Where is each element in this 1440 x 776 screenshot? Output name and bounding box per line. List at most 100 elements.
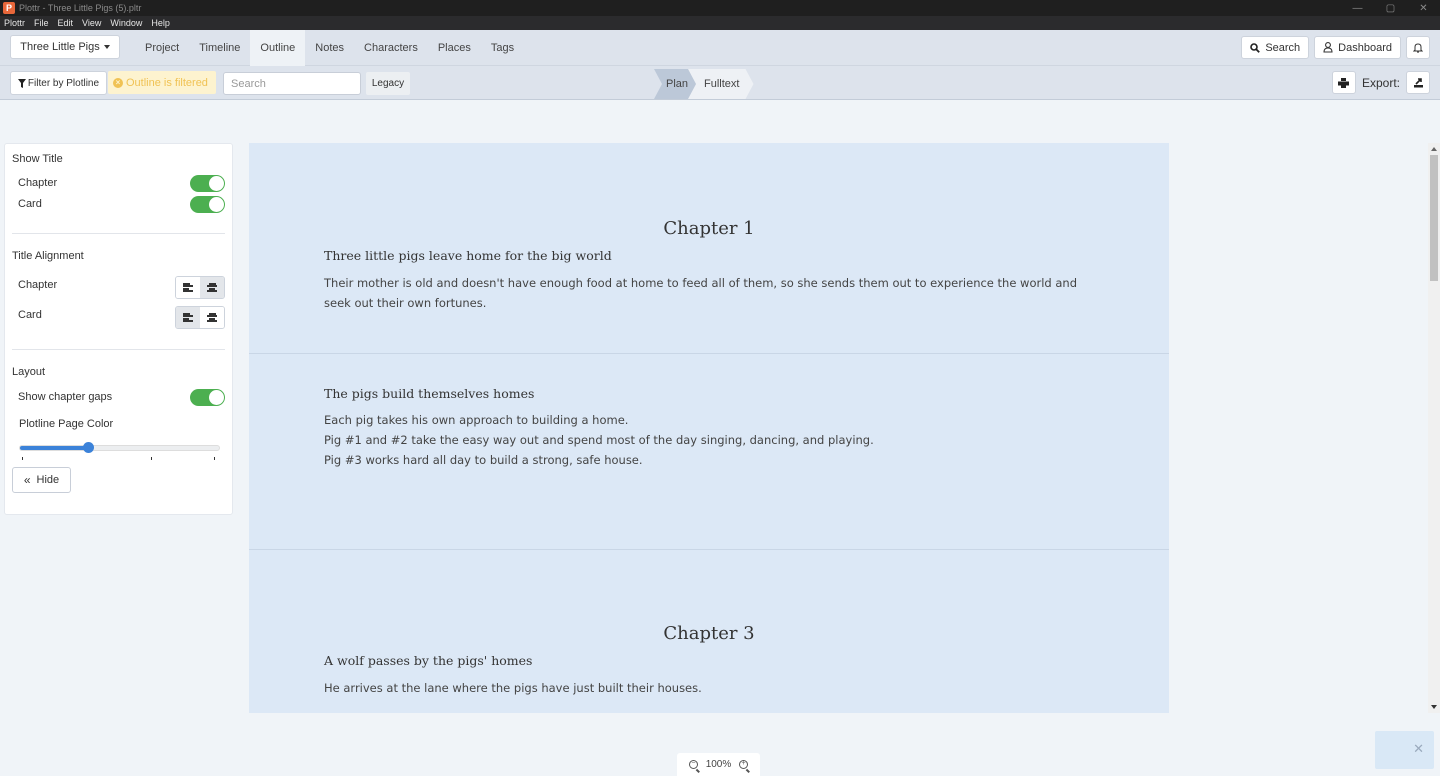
scrollbar-thumb[interactable]: [1430, 155, 1438, 281]
show-title-heading: Show Title: [12, 153, 63, 165]
tab-places[interactable]: Places: [428, 30, 481, 66]
zoom-in-icon[interactable]: +: [739, 760, 749, 769]
dashboard-button[interactable]: Dashboard: [1314, 36, 1401, 59]
tab-tags[interactable]: Tags: [481, 30, 524, 66]
chapter-section: The pigs build themselves homes Each pig…: [249, 354, 1169, 550]
chapter-align-center-button[interactable]: [200, 277, 224, 298]
slider-tick: [151, 457, 152, 460]
hide-button-label: Hide: [36, 474, 60, 486]
show-card-title-label: Card: [18, 198, 42, 210]
close-icon[interactable]: ✕: [1413, 741, 1424, 757]
breadcrumb-fulltext[interactable]: Fulltext: [688, 69, 753, 99]
clear-filter-icon[interactable]: ×: [113, 77, 123, 88]
filtered-badge-label: Outline is filtered: [126, 76, 208, 89]
slider-tick: [214, 457, 215, 460]
search-icon: [1250, 42, 1261, 53]
breadcrumb-plan[interactable]: Plan: [654, 69, 697, 99]
close-window-button[interactable]: ✕: [1407, 0, 1440, 16]
legacy-button[interactable]: Legacy: [366, 72, 410, 95]
plotline-page-color-label: Plotline Page Color: [19, 418, 114, 430]
menu-help[interactable]: Help: [151, 18, 170, 28]
zoom-level: 100%: [705, 759, 732, 770]
outline-settings-panel: Show Title Chapter Card Title Alignment …: [4, 143, 233, 515]
align-center-icon: [207, 313, 217, 322]
zoom-control: − 100% +: [677, 753, 760, 776]
align-center-icon: [207, 283, 217, 292]
chapter-section: Chapter 3 A wolf passes by the pigs' hom…: [249, 550, 1169, 713]
main-navbar: Three Little Pigs Project Timeline Outli…: [0, 30, 1440, 66]
window-title: Plottr - Three Little Pigs (5).pltr: [19, 3, 142, 13]
maximize-button[interactable]: ▢: [1374, 0, 1407, 16]
menu-bar: Plottr File Edit View Window Help: [0, 16, 1440, 30]
tab-outline[interactable]: Outline: [250, 30, 306, 66]
project-name: Three Little Pigs: [20, 41, 100, 53]
minimize-button[interactable]: —: [1341, 0, 1374, 16]
layout-heading: Layout: [12, 366, 46, 378]
hide-panel-button[interactable]: « Hide: [12, 467, 71, 493]
card-body: Each pig takes his own approach to build…: [249, 410, 1169, 470]
chapter-alignment-group: [175, 276, 225, 299]
notifications-button[interactable]: [1406, 36, 1430, 59]
zoom-out-icon[interactable]: −: [688, 760, 698, 769]
export-button[interactable]: [1406, 71, 1430, 94]
print-button[interactable]: [1331, 71, 1356, 94]
printer-icon: [1338, 77, 1350, 88]
menu-file[interactable]: File: [34, 18, 49, 28]
card-body-line: Pig #3 works hard all day to build a str…: [324, 453, 643, 467]
show-chapter-gaps-label: Show chapter gaps: [18, 391, 113, 403]
card-align-center-button[interactable]: [200, 307, 224, 328]
align-left-icon: [183, 283, 193, 292]
card-body-line: He arrives at the lane where the pigs ha…: [324, 681, 702, 695]
show-chapter-title-toggle[interactable]: [190, 175, 225, 192]
menu-window[interactable]: Window: [110, 18, 142, 28]
scroll-down-arrow-icon[interactable]: [1431, 705, 1437, 709]
divider: [12, 233, 225, 234]
search-button-label: Search: [1265, 41, 1301, 54]
card-body: He arrives at the lane where the pigs ha…: [249, 678, 1169, 698]
filter-button-label: Filter by Plotline: [27, 77, 100, 89]
slider-fill: [20, 446, 88, 450]
tab-project[interactable]: Project: [135, 30, 189, 66]
tab-timeline[interactable]: Timeline: [189, 30, 250, 66]
chapter-section: Chapter 1 Three little pigs leave home f…: [249, 143, 1169, 354]
caret-down-icon: [103, 45, 110, 49]
card-align-left-button[interactable]: [176, 307, 200, 328]
show-chapter-title-label: Chapter: [18, 177, 58, 189]
align-left-icon: [183, 313, 193, 322]
chapter-title: Chapter 1: [663, 218, 755, 239]
project-dropdown[interactable]: Three Little Pigs: [10, 35, 120, 59]
slider-thumb[interactable]: [82, 442, 94, 453]
card-body-line: Each pig takes his own approach to build…: [324, 413, 629, 427]
show-chapter-gaps-toggle[interactable]: [190, 389, 225, 406]
card-title: The pigs build themselves homes: [324, 386, 535, 401]
scroll-up-arrow-icon[interactable]: [1431, 147, 1437, 151]
vertical-scrollbar[interactable]: [1428, 143, 1440, 713]
view-breadcrumb: Plan Fulltext: [654, 69, 754, 99]
chapter-title: Chapter 3: [663, 623, 755, 644]
plottr-logo-icon: P: [3, 2, 15, 14]
tab-notes[interactable]: Notes: [305, 30, 354, 66]
show-card-title-toggle[interactable]: [190, 196, 225, 213]
search-button[interactable]: Search: [1241, 36, 1310, 59]
notification-toast: ✕: [1375, 731, 1434, 769]
double-chevron-left-icon: «: [23, 473, 31, 487]
filter-by-plotline-button[interactable]: Filter by Plotline: [10, 71, 107, 95]
card-body-line: Pig #1 and #2 take the easy way out and …: [324, 433, 874, 447]
menu-plottr[interactable]: Plottr: [4, 18, 25, 28]
card-alignment-label: Card: [18, 309, 42, 321]
outline-content: Chapter 1 Three little pigs leave home f…: [249, 143, 1169, 713]
card-alignment-group: [175, 306, 225, 329]
export-icon: [1413, 78, 1423, 88]
outline-toolbar: Filter by Plotline × Outline is filtered…: [0, 66, 1440, 100]
menu-view[interactable]: View: [82, 18, 101, 28]
dashboard-button-label: Dashboard: [1338, 41, 1392, 54]
menu-edit[interactable]: Edit: [58, 18, 74, 28]
plotline-page-color-slider[interactable]: [19, 442, 220, 460]
title-alignment-heading: Title Alignment: [12, 250, 84, 262]
chapter-alignment-label: Chapter: [18, 279, 58, 291]
user-icon: [1323, 42, 1333, 53]
outline-filtered-badge[interactable]: × Outline is filtered: [108, 71, 216, 94]
tab-characters[interactable]: Characters: [354, 30, 428, 66]
outline-search-input[interactable]: [223, 72, 361, 95]
chapter-align-left-button[interactable]: [176, 277, 200, 298]
